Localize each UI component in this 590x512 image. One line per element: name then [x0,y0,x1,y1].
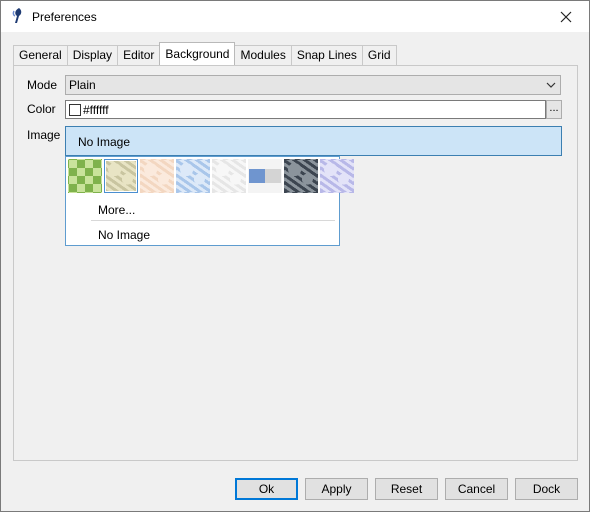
tab-general[interactable]: General [13,45,68,65]
texture-thumbnails [68,159,356,193]
thumbnail-blue-gray-blocks[interactable] [248,159,282,193]
image-select[interactable]: No Image [65,126,562,156]
tab-snap-lines[interactable]: Snap Lines [290,45,363,65]
background-tab-panel [13,65,578,461]
preferences-window: Preferences General Display Editor Backg… [0,0,590,512]
thumbnail-white-marble-texture[interactable] [212,159,246,193]
color-picker-button[interactable]: ... [546,100,562,119]
thumbnail-lavender-crinkle-texture[interactable] [320,159,354,193]
close-button[interactable] [543,1,589,32]
dock-button[interactable]: Dock [515,478,578,500]
chevron-down-icon [546,82,556,88]
color-swatch [69,104,81,116]
close-icon [560,11,572,22]
apply-button[interactable]: Apply [305,478,368,500]
tab-editor[interactable]: Editor [117,45,161,65]
reset-button[interactable]: Reset [375,478,438,500]
thumbnail-green-diamond-pattern[interactable] [68,159,102,193]
color-field[interactable]: #ffffff [65,100,546,119]
thumbnail-dark-marble-texture[interactable] [284,159,318,193]
image-label: Image [27,128,61,142]
color-label: Color [27,102,56,116]
mode-select[interactable]: Plain [65,75,561,95]
mode-label: Mode [27,78,58,92]
tab-grid[interactable]: Grid [361,45,397,65]
cancel-button[interactable]: Cancel [445,478,508,500]
tab-strip: General Display Editor Background Module… [13,42,397,65]
ok-button[interactable]: Ok [235,478,298,500]
menu-item-no-image[interactable]: No Image [98,228,150,242]
image-dropdown: More... No Image [65,156,353,246]
tab-background[interactable]: Background [159,42,236,65]
image-value: No Image [78,135,131,149]
menu-item-more[interactable]: More... [98,203,135,217]
thumbnail-peach-paper-texture[interactable] [140,159,174,193]
tab-modules[interactable]: Modules [234,45,292,65]
menu-divider [91,220,335,221]
title-bar[interactable]: Preferences [1,1,589,32]
thumbnail-cream-granite-texture[interactable] [104,159,138,193]
tab-display[interactable]: Display [66,45,119,65]
mode-value: Plain [69,78,96,92]
window-title: Preferences [32,10,97,24]
brush-icon [12,8,22,23]
thumbnail-blue-crinkle-texture[interactable] [176,159,210,193]
color-value: #ffffff [83,103,109,117]
